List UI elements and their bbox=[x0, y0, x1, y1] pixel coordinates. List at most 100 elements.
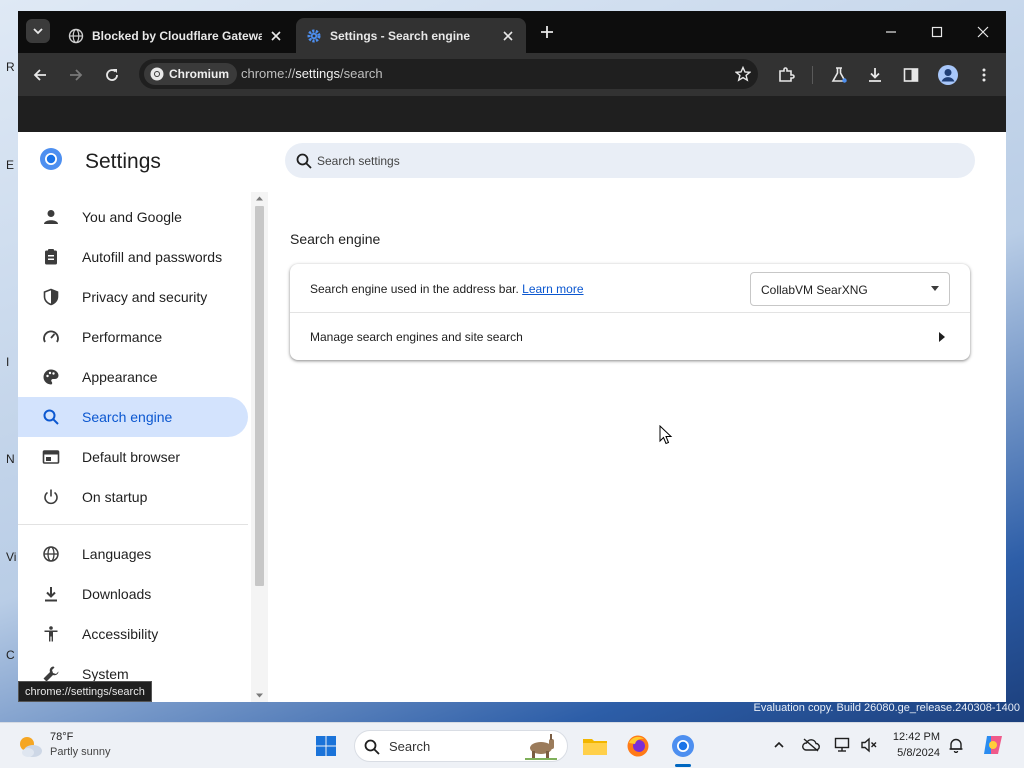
onedrive-tray-button[interactable] bbox=[800, 734, 822, 756]
tab-title: Blocked by Cloudflare Gateway bbox=[92, 28, 262, 43]
desktop-icon-label: I bbox=[6, 355, 10, 369]
show-hidden-icons-button[interactable] bbox=[768, 734, 790, 756]
firefox-icon bbox=[627, 735, 649, 757]
settings-search-input[interactable] bbox=[317, 151, 917, 171]
labs-button[interactable] bbox=[826, 62, 852, 88]
maximize-button[interactable] bbox=[924, 19, 950, 45]
speedometer-icon bbox=[41, 327, 61, 347]
back-button[interactable] bbox=[27, 62, 53, 88]
reload-icon bbox=[106, 69, 118, 81]
desktop-icon-label: N bbox=[6, 452, 15, 466]
scrollbar-thumb[interactable] bbox=[255, 206, 264, 586]
globe-icon bbox=[68, 28, 84, 44]
arrow-left-icon bbox=[33, 69, 46, 81]
file-explorer-button[interactable] bbox=[579, 730, 611, 762]
sidebar-item-label: You and Google bbox=[82, 209, 182, 225]
sidebar-item-default-browser[interactable]: Default browser bbox=[18, 437, 248, 477]
tab-strip: Blocked by Cloudflare Gateway Settings -… bbox=[18, 11, 1006, 53]
chromium-taskbar-button[interactable] bbox=[667, 730, 699, 762]
address-bar[interactable]: Chromium chrome://settings/search bbox=[139, 59, 758, 89]
forward-button[interactable] bbox=[63, 62, 89, 88]
sidebar-item-you-and-google[interactable]: You and Google bbox=[18, 197, 248, 237]
close-icon bbox=[503, 30, 513, 41]
sidebar-item-on-startup[interactable]: On startup bbox=[18, 477, 248, 517]
notifications-button[interactable] bbox=[945, 734, 967, 756]
side-panel-icon bbox=[903, 68, 919, 82]
site-chip-label: Chromium bbox=[169, 67, 229, 81]
taskbar: 78°F Partly sunny Search 12:42 PM 5/8/20… bbox=[0, 722, 1024, 768]
sidebar-item-autofill[interactable]: Autofill and passwords bbox=[18, 237, 248, 277]
weather-widget[interactable]: 78°F Partly sunny bbox=[16, 729, 136, 763]
reload-button[interactable] bbox=[99, 62, 125, 88]
sidebar-item-label: Appearance bbox=[82, 369, 158, 385]
new-tab-button[interactable] bbox=[536, 21, 558, 43]
sidebar-item-downloads[interactable]: Downloads bbox=[18, 574, 248, 614]
desktop-icon-label: E bbox=[6, 158, 15, 172]
search-engine-select[interactable]: CollabVM SearXNG bbox=[750, 272, 950, 306]
volume-tray-button[interactable] bbox=[858, 734, 880, 756]
taskbar-search-label: Search bbox=[389, 739, 431, 754]
arrow-right-icon bbox=[70, 69, 83, 81]
sidebar-item-label: Accessibility bbox=[82, 626, 159, 642]
extensions-button[interactable] bbox=[773, 62, 799, 88]
learn-more-link[interactable]: Learn more bbox=[522, 282, 583, 296]
sidebar-item-privacy[interactable]: Privacy and security bbox=[18, 277, 248, 317]
url-text: chrome://settings/search bbox=[241, 66, 383, 81]
section-title: Search engine bbox=[290, 231, 381, 247]
sidebar-item-label: System bbox=[82, 666, 129, 682]
accessibility-icon bbox=[41, 624, 61, 644]
selected-search-engine: CollabVM SearXNG bbox=[761, 283, 868, 297]
taskbar-search[interactable]: Search bbox=[354, 730, 568, 762]
side-panel-button[interactable] bbox=[898, 62, 924, 88]
partly-sunny-icon bbox=[20, 737, 42, 757]
search-highlight-donkey-icon bbox=[525, 734, 557, 760]
downloads-button[interactable] bbox=[862, 62, 888, 88]
firefox-button[interactable] bbox=[622, 730, 654, 762]
more-vertical-icon bbox=[982, 68, 986, 82]
search-icon bbox=[364, 739, 380, 755]
star-icon bbox=[735, 66, 751, 82]
sidebar-item-label: On startup bbox=[82, 489, 148, 505]
sidebar-item-accessibility[interactable]: Accessibility bbox=[18, 614, 248, 654]
desktop-icon-label: C bbox=[6, 648, 15, 662]
chrome-menu-button[interactable] bbox=[971, 62, 997, 88]
copilot-icon bbox=[984, 736, 1002, 754]
scroll-down-arrow-icon[interactable] bbox=[255, 691, 264, 700]
chevron-up-icon bbox=[774, 741, 784, 748]
globe-icon bbox=[41, 544, 61, 564]
close-tab-button[interactable] bbox=[268, 28, 284, 44]
sidebar-item-label: Downloads bbox=[82, 586, 152, 602]
sidebar-scrollbar[interactable] bbox=[251, 192, 268, 702]
link-status-tooltip: chrome://settings/search bbox=[18, 681, 152, 702]
bookmark-star-button[interactable] bbox=[732, 63, 754, 85]
browser-window-icon bbox=[41, 447, 61, 467]
close-tab-button[interactable] bbox=[500, 28, 516, 44]
evaluation-watermark: Evaluation copy. Build 26080.ge_release.… bbox=[753, 702, 1020, 714]
system-clock[interactable]: 12:42 PM 5/8/2024 bbox=[884, 729, 940, 761]
site-info-chip[interactable]: Chromium bbox=[144, 63, 237, 85]
dropdown-arrow-icon bbox=[931, 286, 939, 291]
sidebar-item-performance[interactable]: Performance bbox=[18, 317, 248, 357]
network-tray-button[interactable] bbox=[832, 734, 854, 756]
chromium-logo-icon bbox=[40, 148, 62, 170]
download-icon bbox=[869, 68, 881, 82]
scroll-up-arrow-icon[interactable] bbox=[255, 194, 264, 203]
tab-settings[interactable]: Settings - Search engine bbox=[296, 18, 526, 53]
start-button[interactable] bbox=[310, 730, 342, 762]
weather-condition: Partly sunny bbox=[50, 746, 111, 758]
sidebar-item-appearance[interactable]: Appearance bbox=[18, 357, 248, 397]
profile-button[interactable] bbox=[935, 62, 961, 88]
settings-search[interactable] bbox=[285, 143, 975, 178]
sidebar-item-search-engine[interactable]: Search engine bbox=[18, 397, 248, 437]
close-window-button[interactable] bbox=[970, 19, 996, 45]
clock-time: 12:42 PM bbox=[892, 731, 940, 743]
search-icon bbox=[41, 407, 61, 427]
manage-search-engines-row[interactable]: Manage search engines and site search bbox=[290, 314, 970, 360]
tab-search-button[interactable] bbox=[26, 19, 50, 43]
toolbar-extension-area bbox=[18, 96, 1006, 132]
minimize-button[interactable] bbox=[878, 19, 904, 45]
toolbar-separator bbox=[812, 66, 813, 84]
tab-blocked-page[interactable]: Blocked by Cloudflare Gateway bbox=[58, 18, 294, 53]
sidebar-item-languages[interactable]: Languages bbox=[18, 534, 248, 574]
copilot-button[interactable] bbox=[980, 732, 1006, 758]
